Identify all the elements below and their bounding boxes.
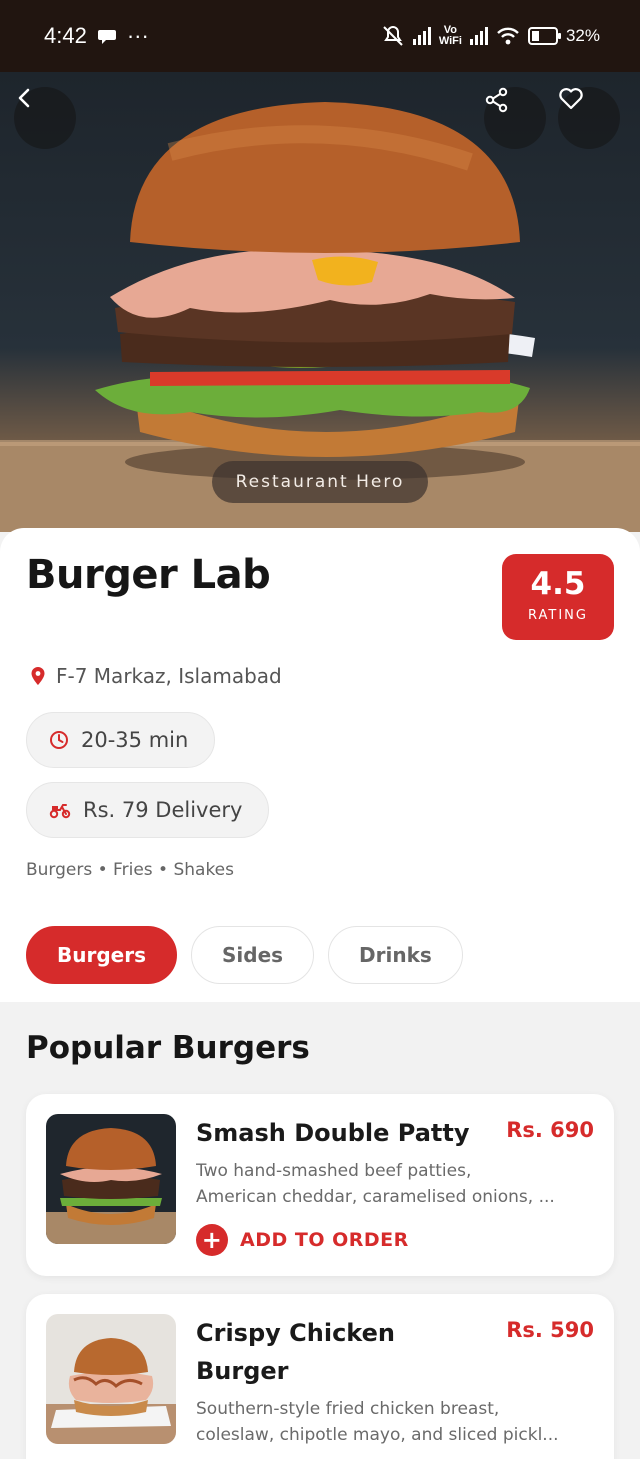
add-to-order-button[interactable]: + ADD TO ORDER	[196, 1224, 409, 1256]
menu-tabs: Burgers Sides Drinks	[26, 926, 463, 984]
status-time: 4:42	[44, 23, 87, 48]
rating-badge: 4.5 RATING	[502, 554, 614, 640]
signal-icon-2	[469, 27, 488, 45]
delivery-time-pill: 20-35 min	[26, 712, 216, 768]
share-icon	[485, 87, 508, 113]
menu-item-price: Rs. 690	[506, 1118, 594, 1142]
menu-item-image	[46, 1114, 176, 1244]
tab-drinks[interactable]: Drinks	[328, 926, 463, 984]
delivery-fee: Rs. 79 Delivery	[83, 798, 243, 822]
chat-notification-icon	[97, 30, 116, 44]
menu-item-description: Southern-style fried chicken breast, col…	[196, 1396, 596, 1448]
status-more-dots: ···	[126, 23, 149, 48]
back-button[interactable]	[14, 87, 76, 149]
signal-icon	[412, 27, 431, 45]
status-bar: 4:42 ··· Vo WiFi 32%	[0, 0, 640, 72]
battery-percent: 32%	[565, 26, 600, 45]
menu-item-card[interactable]: Smash Double Patty Rs. 690 Two hand-smas…	[26, 1094, 614, 1276]
menu-item-price: Rs. 590	[506, 1318, 594, 1342]
description-line-2: American cheddar, caramelised onions, ..…	[196, 1187, 555, 1207]
scooter-icon	[49, 804, 71, 819]
clock-icon	[50, 731, 68, 749]
tab-burgers[interactable]: Burgers	[26, 926, 177, 984]
tab-sides[interactable]: Sides	[191, 926, 315, 984]
plus-icon: +	[196, 1224, 228, 1256]
section-title: Popular Burgers	[26, 1030, 310, 1066]
location-pin-icon	[31, 667, 45, 685]
menu-item-title-line-1: Crispy Chicken	[196, 1319, 395, 1347]
hero-caption: Restaurant Hero	[212, 461, 428, 503]
wifi-icon	[497, 27, 519, 45]
menu-item-title: Smash Double Patty	[196, 1119, 470, 1147]
restaurant-info-panel: Burger Lab 4.5 RATING F-7 Markaz, Islama…	[0, 528, 640, 1002]
rating-value: 4.5	[530, 566, 586, 602]
description-line-2: coleslaw, chipotle mayo, and sliced pick…	[196, 1425, 559, 1445]
back-arrow-icon	[18, 88, 30, 108]
share-button[interactable]	[484, 87, 546, 149]
delivery-fee-pill: Rs. 79 Delivery	[26, 782, 270, 838]
battery-icon	[527, 27, 561, 45]
menu-item-description: Two hand-smashed beef patties, American …	[196, 1158, 596, 1210]
description-line-1: Two hand-smashed beef patties,	[196, 1161, 472, 1181]
delivery-time: 20-35 min	[81, 728, 189, 752]
description-line-1: Southern-style fried chicken breast,	[196, 1399, 500, 1419]
add-to-order-label: ADD TO ORDER	[240, 1229, 409, 1251]
restaurant-name: Burger Lab	[26, 552, 271, 598]
vowifi-label: Vo WiFi	[438, 24, 462, 47]
rating-label: RATING	[528, 608, 588, 623]
location[interactable]: F-7 Markaz, Islamabad	[30, 664, 282, 688]
favorite-button[interactable]	[558, 87, 620, 149]
menu-item-image	[46, 1314, 176, 1444]
location-text: F-7 Markaz, Islamabad	[56, 664, 282, 688]
hero-image: Restaurant Hero	[0, 72, 640, 532]
cuisine-tags: Burgers • Fries • Shakes	[26, 860, 235, 880]
menu-item-title-line-2: Burger	[196, 1357, 289, 1385]
heart-icon	[559, 88, 583, 110]
menu-item-title: Crispy Chicken Burger	[196, 1314, 486, 1390]
menu-item-card[interactable]: Crispy Chicken Burger Rs. 590 Southern-s…	[26, 1294, 614, 1459]
mute-icon	[383, 25, 403, 46]
